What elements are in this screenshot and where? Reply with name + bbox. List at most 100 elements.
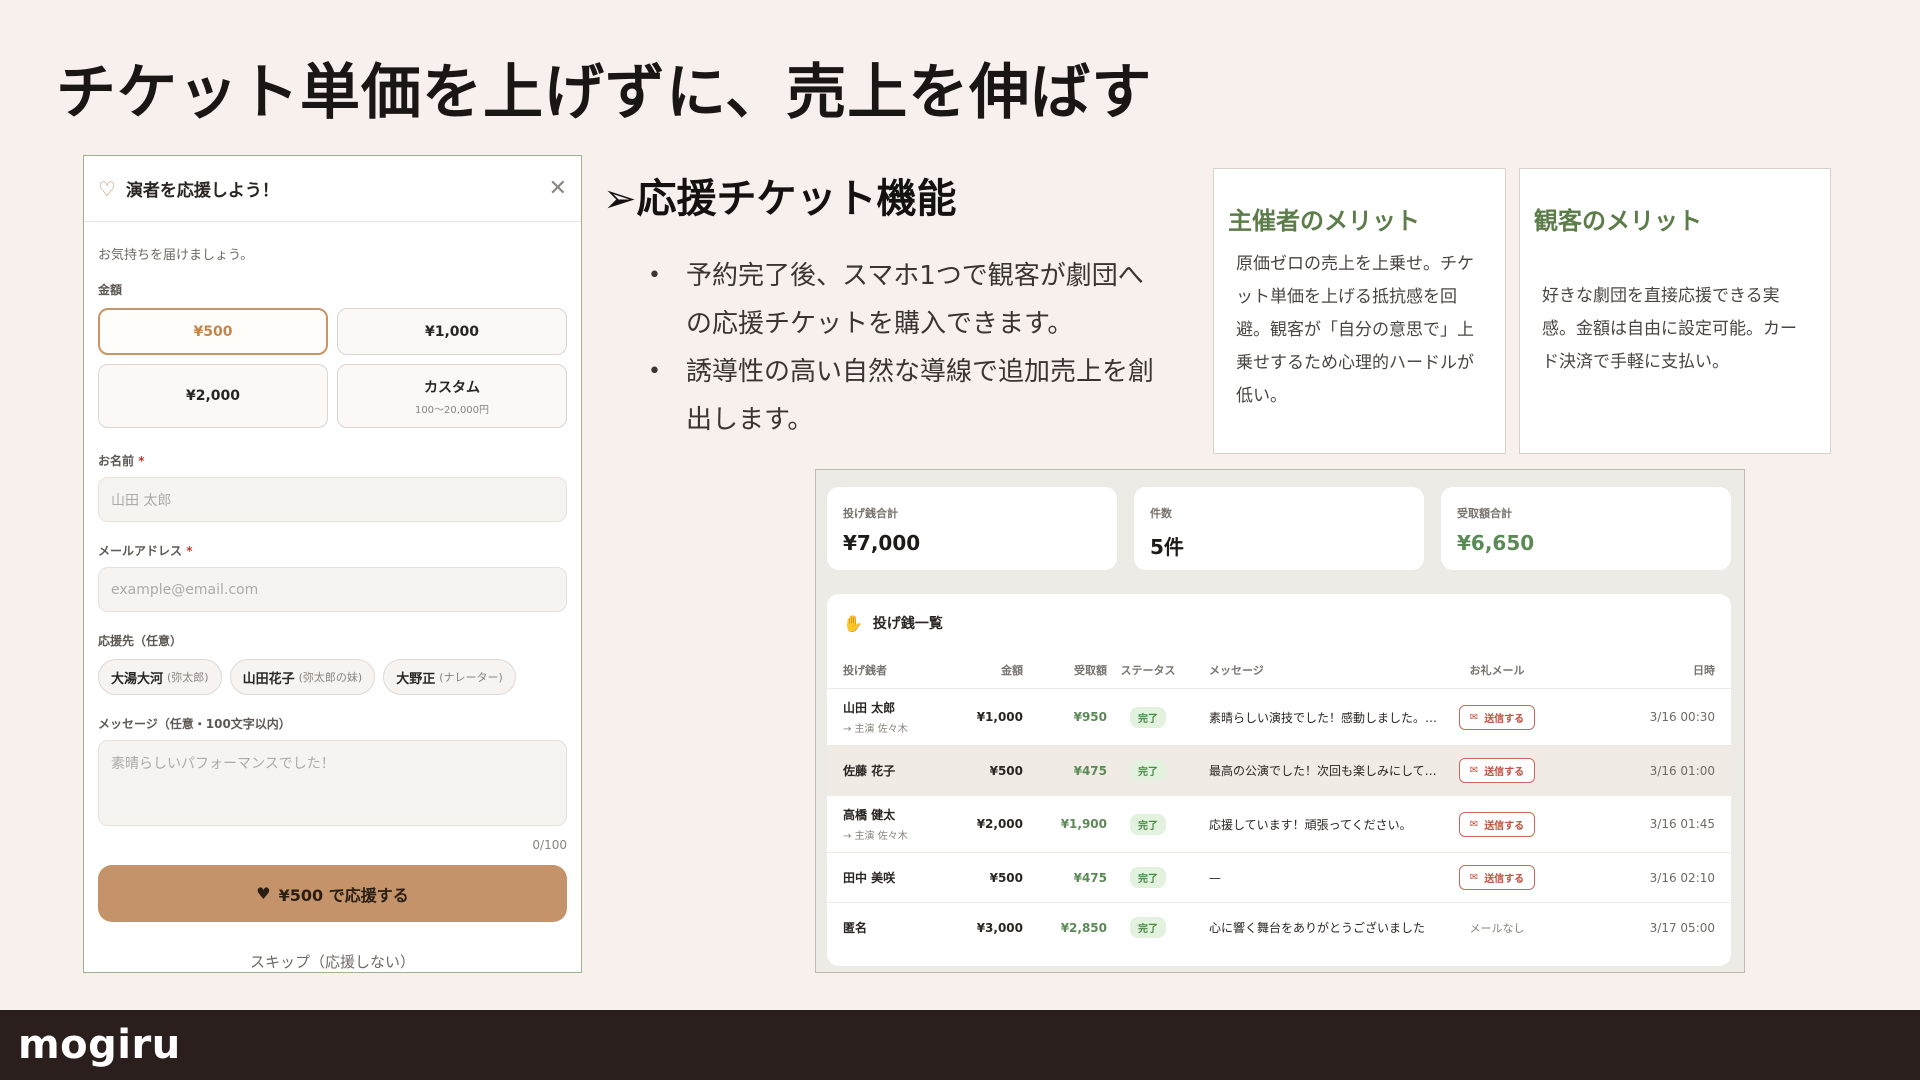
skip-link[interactable]: スキップ（応援しない） [98, 951, 567, 972]
name-input[interactable]: 山田 太郎 [98, 477, 567, 522]
message-cell: — [1209, 870, 1221, 885]
date-cell: 3/17 05:00 [1649, 920, 1715, 935]
message-cell: 最高の公演でした！次回も楽しみにしてい… [1209, 764, 1447, 778]
stat-value: ¥6,650 [1457, 531, 1535, 555]
table-row: 山田 太郎 → 主演 佐々木 ¥1,000 ¥950 完了 素晴らしい演技でした… [827, 688, 1731, 745]
amount-cell: ¥500 [989, 870, 1023, 885]
col-header: お礼メール [1469, 664, 1525, 677]
status-cell: 完了 [1107, 706, 1189, 728]
mail-icon: ✉ [1469, 765, 1479, 776]
amount-cell: ¥2,000 [976, 817, 1023, 831]
amount-option-1000[interactable]: ¥1,000 [337, 308, 567, 355]
mail-cell: ✉ 送信する [1447, 865, 1547, 890]
mail-cell: ✉ 送信する [1447, 704, 1547, 730]
received-cell: ¥950 [1073, 710, 1107, 724]
status-cell: 完了 [1107, 917, 1189, 938]
message-cell: 素晴らしい演技でした！感動しました。ま… [1209, 710, 1447, 725]
mail-icon: ✉ [1469, 711, 1479, 723]
submit-support-button[interactable]: ♥ ¥500 で応援する [98, 865, 567, 922]
mail-icon: ✉ [1469, 818, 1479, 830]
donor-target: → 主演 佐々木 [843, 831, 908, 842]
feature-title: ➢応援チケット機能 [603, 176, 957, 222]
coin-hand-icon: ✋ [843, 613, 863, 633]
list-header: ✋ 投げ銭一覧 [827, 594, 1731, 652]
col-header: ステータス [1120, 664, 1176, 677]
amount-option-2000[interactable]: ¥2,000 [98, 364, 328, 428]
message-label: メッセージ（任意・100文字以内） [98, 717, 291, 731]
received-cell: ¥475 [1073, 870, 1107, 885]
amount-option-label: ¥2,000 [185, 388, 241, 404]
email-placeholder: example@email.com [111, 581, 259, 598]
target-label: 応援先（任意） [98, 634, 183, 648]
required-mark: * [186, 544, 193, 558]
status-cell: 完了 [1107, 813, 1189, 835]
merit-body: 好きな劇団を直接応援できる実感。金額は自由に設定可能。カード決済で手軽に支払い。 [1542, 286, 1797, 372]
chip-role: (弥太郎の妹) [298, 671, 363, 684]
send-thanks-button[interactable]: ✉ 送信する [1458, 865, 1536, 890]
amount-cell: ¥500 [989, 763, 1023, 778]
audience-merit-card: 観客のメリット 好きな劇団を直接応援できる実感。金額は自由に設定可能。カード決済… [1519, 168, 1831, 454]
col-header: メッセージ [1209, 664, 1264, 677]
amount-label: 金額 [98, 283, 123, 297]
status-badge: 完了 [1130, 706, 1166, 728]
table-row: 田中 美咲 ¥500 ¥475 完了 — ✉ 送信する 3/16 02:10 [827, 852, 1731, 902]
tips-list-card: ✋ 投げ銭一覧 投げ銭者 金額 受取額 ステータス メッセージ お礼メール 日時… [827, 594, 1731, 966]
bullet-text: 予約完了後、スマホ1つで観客が劇団への応援チケットを購入できます。 [686, 261, 1144, 339]
send-thanks-button[interactable]: ✉ 送信する [1458, 758, 1536, 783]
amount-option-range: 100〜20,000円 [414, 404, 490, 416]
col-header: 受取額 [1074, 664, 1107, 677]
bullet-dot-icon: • [648, 263, 661, 288]
merit-title: 観客のメリット [1534, 207, 1702, 235]
date-cell: 3/16 01:00 [1649, 763, 1715, 778]
status-badge: 完了 [1130, 813, 1166, 835]
footer-bar: mogiru [0, 1010, 1920, 1080]
email-input[interactable]: example@email.com [98, 567, 567, 612]
donor-cell: 高橋 健太 → 主演 佐々木 [843, 806, 963, 842]
heart-filled-icon: ♥ [256, 884, 271, 903]
stat-value: 5件 [1150, 535, 1184, 559]
donor-cell: 佐藤 花子 [843, 762, 963, 779]
merit-body: 原価ゼロの売上を上乗せ。チケット単価を上げる抵抗感を回避。観客が「自分の意思で」… [1236, 254, 1474, 406]
submit-label: ¥500 で応援する [278, 885, 409, 905]
status-badge: 完了 [1130, 760, 1166, 781]
send-label: 送信する [1484, 713, 1525, 725]
received-cell: ¥1,900 [1060, 817, 1107, 831]
chip-role: (弥太郎) [167, 671, 209, 684]
message-textarea[interactable]: 素晴らしいパフォーマンスでした！ [98, 740, 567, 826]
modal-title: 演者を応援しよう！ [125, 181, 279, 201]
close-icon[interactable]: ✕ [549, 176, 567, 201]
col-header: 金額 [1001, 664, 1023, 677]
mail-cell: ✉ 送信する [1447, 811, 1547, 837]
feature-bullets: • 予約完了後、スマホ1つで観客が劇団への応援チケットを購入できます。 • 誘導… [648, 252, 1168, 444]
chip-name: 大湯大河 [111, 671, 164, 687]
status-cell: 完了 [1107, 867, 1189, 888]
table-row: 佐藤 花子 ¥500 ¥475 完了 最高の公演でした！次回も楽しみにしてい… … [827, 745, 1731, 795]
amount-option-label: ¥1,000 [424, 323, 480, 340]
target-chip[interactable]: 山田花子 (弥太郎の妹) [229, 659, 376, 695]
donor-cell: 田中 美咲 [843, 869, 963, 886]
target-chip[interactable]: 大野正 (ナレーター) [383, 659, 516, 695]
stat-value: ¥7,000 [843, 531, 921, 555]
status-cell: 完了 [1107, 760, 1189, 781]
send-label: 送信する [1484, 874, 1525, 885]
send-thanks-button[interactable]: ✉ 送信する [1458, 811, 1536, 837]
email-label-text: メールアドレス [98, 544, 183, 558]
date-cell: 3/16 02:10 [1649, 870, 1715, 885]
col-header: 投げ銭者 [843, 664, 887, 677]
amount-option-label: ¥500 [193, 323, 233, 340]
organizer-merit-card: 主催者のメリット 原価ゼロの売上を上乗せ。チケット単価を上げる抵抗感を回避。観客… [1213, 168, 1506, 454]
table-row: 高橋 健太 → 主演 佐々木 ¥2,000 ¥1,900 完了 応援しています！… [827, 795, 1731, 852]
donor-name: 田中 美咲 [843, 871, 896, 885]
bullet-dot-icon: • [648, 359, 661, 384]
amount-option-500[interactable]: ¥500 [98, 308, 328, 355]
received-cell: ¥475 [1073, 763, 1107, 778]
donor-name: 佐藤 花子 [843, 764, 896, 778]
send-thanks-button[interactable]: ✉ 送信する [1458, 704, 1536, 730]
target-chip[interactable]: 大湯大河 (弥太郎) [98, 659, 222, 695]
status-badge: 完了 [1130, 867, 1166, 888]
date-cell: 3/16 01:45 [1649, 817, 1715, 831]
name-label-text: お名前 [98, 454, 135, 468]
donor-name: 山田 太郎 [843, 701, 896, 715]
amount-option-custom[interactable]: カスタム 100〜20,000円 [337, 364, 567, 428]
stat-card-received: 受取額合計 ¥6,650 [1441, 487, 1731, 570]
